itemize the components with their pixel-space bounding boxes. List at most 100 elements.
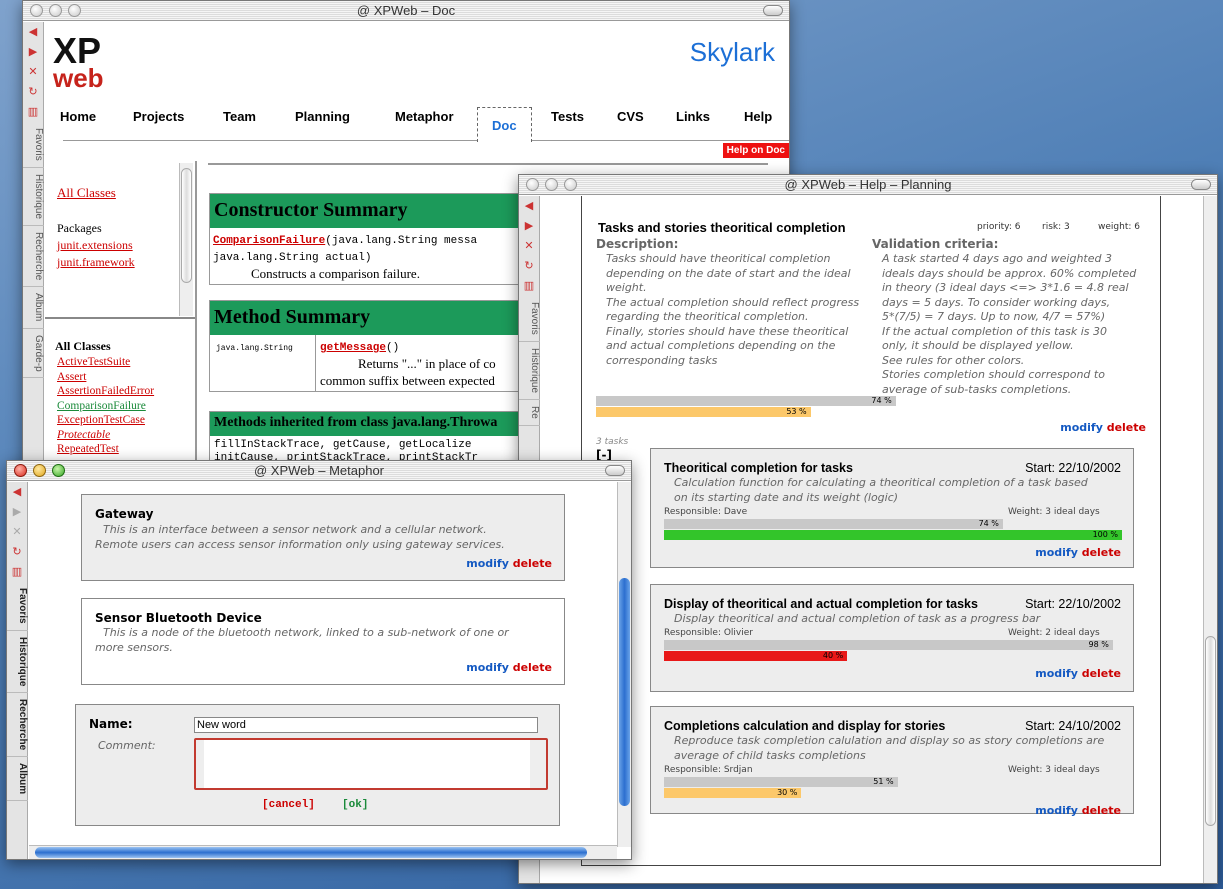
- validation-line: in theory (3 ideal days <=> 3*1.6 = 4.8 …: [882, 281, 1129, 294]
- description-line: Tasks should have theoritical completion: [606, 252, 831, 265]
- stop-icon[interactable]: ✕: [23, 62, 43, 82]
- bookmarks-icon[interactable]: ▥: [23, 102, 43, 122]
- modify-link[interactable]: modify: [1060, 421, 1103, 434]
- refresh-icon[interactable]: ↻: [519, 256, 539, 276]
- window-controls: [526, 178, 577, 191]
- class-link[interactable]: Protectable: [57, 429, 110, 441]
- close-button[interactable]: [526, 178, 539, 191]
- stop-icon[interactable]: ✕: [519, 236, 539, 256]
- planning-scrollbar[interactable]: [1203, 196, 1217, 883]
- class-link[interactable]: RepeatedTest: [57, 443, 119, 455]
- minimize-button[interactable]: [49, 4, 62, 17]
- sidebar-tab-historique[interactable]: Historique: [519, 342, 540, 400]
- back-icon[interactable]: ◀: [7, 482, 27, 502]
- sidebar-tab-recherche[interactable]: Recherche: [7, 693, 28, 758]
- sidebar-tab-favoris[interactable]: Favoris: [23, 122, 44, 168]
- close-button[interactable]: [14, 464, 27, 477]
- nav-help[interactable]: Help: [744, 109, 772, 141]
- nav-team[interactable]: Team: [223, 109, 256, 141]
- packages-scrollbar[interactable]: [179, 163, 193, 316]
- nav-metaphor[interactable]: Metaphor: [395, 109, 454, 141]
- h-scroll-thumb[interactable]: [35, 847, 587, 858]
- constructor-link[interactable]: ComparisonFailure: [213, 235, 325, 247]
- class-link[interactable]: Assert: [57, 371, 86, 383]
- forward-icon[interactable]: ▶: [23, 42, 43, 62]
- doc-top-rule: [208, 163, 768, 165]
- sidebar-tab-album[interactable]: Album: [7, 757, 28, 802]
- metaphor-hscrollbar[interactable]: [29, 845, 617, 859]
- class-link[interactable]: ExceptionTestCase: [57, 414, 145, 426]
- nav-links[interactable]: Links: [676, 109, 710, 141]
- forward-icon[interactable]: ▶: [7, 502, 27, 522]
- forward-icon[interactable]: ▶: [519, 216, 539, 236]
- modify-link[interactable]: modify: [466, 557, 509, 570]
- zoom-button[interactable]: [564, 178, 577, 191]
- package-link[interactable]: junit.framework: [57, 255, 135, 270]
- constructor-desc: Constructs a comparison failure.: [251, 266, 420, 281]
- cancel-button[interactable]: [cancel]: [262, 799, 315, 811]
- task-theoretical-bar: 98 %: [664, 640, 1113, 650]
- toolbar-toggle-button[interactable]: [1191, 179, 1211, 190]
- refresh-icon[interactable]: ↻: [7, 542, 27, 562]
- scroll-thumb[interactable]: [181, 168, 192, 283]
- close-button[interactable]: [30, 4, 43, 17]
- story-risk: risk: 3: [1042, 222, 1070, 232]
- sidebar-tab-favoris[interactable]: Favoris: [7, 582, 28, 631]
- scroll-thumb[interactable]: [1205, 636, 1216, 826]
- method-link[interactable]: getMessage: [320, 342, 386, 354]
- modify-link[interactable]: modify: [466, 661, 509, 674]
- modify-link[interactable]: modify: [1035, 546, 1078, 559]
- modify-link[interactable]: modify: [1035, 804, 1078, 817]
- back-icon[interactable]: ◀: [519, 196, 539, 216]
- back-icon[interactable]: ◀: [23, 22, 43, 42]
- delete-link[interactable]: delete: [1082, 546, 1121, 559]
- zoom-button[interactable]: [68, 4, 81, 17]
- ok-button[interactable]: [ok]: [342, 799, 368, 811]
- bookmarks-icon[interactable]: ▥: [519, 276, 539, 296]
- packages-label: Packages: [57, 221, 102, 235]
- scroll-thumb[interactable]: [619, 578, 630, 806]
- sidebar-tab-recherche[interactable]: Recherche: [23, 226, 44, 288]
- sidebar-tab-recherche[interactable]: Re: [519, 400, 540, 426]
- task-title: Theoritical completion for tasks: [664, 461, 853, 475]
- zoom-button[interactable]: [52, 464, 65, 477]
- refresh-icon[interactable]: ↻: [23, 82, 43, 102]
- delete-link[interactable]: delete: [1082, 804, 1121, 817]
- comment-textarea[interactable]: [194, 738, 548, 790]
- class-link-visited[interactable]: ComparisonFailure: [57, 400, 146, 412]
- class-link[interactable]: ActiveTestSuite: [57, 356, 130, 368]
- sidebar-tab-favoris[interactable]: Favoris: [519, 296, 540, 342]
- bookmarks-icon[interactable]: ▥: [7, 562, 27, 582]
- class-link[interactable]: AssertionFailedError: [57, 385, 154, 397]
- delete-link[interactable]: delete: [513, 557, 552, 570]
- planning-titlebar[interactable]: @ XPWeb – Help – Planning: [519, 175, 1217, 195]
- nav-cvs[interactable]: CVS: [617, 109, 644, 141]
- name-input[interactable]: [194, 717, 538, 733]
- package-link[interactable]: junit.extensions: [57, 238, 133, 253]
- doc-titlebar[interactable]: @ XPWeb – Doc: [23, 1, 789, 21]
- sidebar-tab-album[interactable]: Album: [23, 287, 44, 329]
- nav-projects[interactable]: Projects: [133, 109, 184, 141]
- help-on-doc-button[interactable]: Help on Doc: [722, 143, 789, 158]
- nav-tests[interactable]: Tests: [551, 109, 584, 141]
- minimize-button[interactable]: [545, 178, 558, 191]
- stop-icon[interactable]: ✕: [7, 522, 27, 542]
- story-theoretical-bar-track: 74 % 53 %: [596, 396, 1136, 417]
- nav-planning[interactable]: Planning: [295, 109, 350, 141]
- delete-link[interactable]: delete: [513, 661, 552, 674]
- delete-link[interactable]: delete: [1107, 421, 1146, 434]
- toolbar-toggle-button[interactable]: [605, 465, 625, 476]
- modify-link[interactable]: modify: [1035, 667, 1078, 680]
- nav-home[interactable]: Home: [60, 109, 96, 141]
- sidebar-tab-historique[interactable]: Historique: [23, 168, 44, 226]
- nav-doc[interactable]: Doc: [477, 107, 532, 142]
- validation-line: 5*(7/5) = 7 days. Up to now, 4/7 = 57%): [882, 310, 1106, 323]
- sidebar-tab-garde[interactable]: Garde-p: [23, 329, 44, 379]
- delete-link[interactable]: delete: [1082, 667, 1121, 680]
- all-classes-link[interactable]: All Classes: [57, 185, 116, 201]
- sidebar-tab-historique[interactable]: Historique: [7, 631, 28, 694]
- metaphor-titlebar[interactable]: @ XPWeb – Metaphor: [7, 461, 631, 481]
- minimize-button[interactable]: [33, 464, 46, 477]
- toolbar-toggle-button[interactable]: [763, 5, 783, 16]
- metaphor-scrollbar[interactable]: [617, 482, 631, 847]
